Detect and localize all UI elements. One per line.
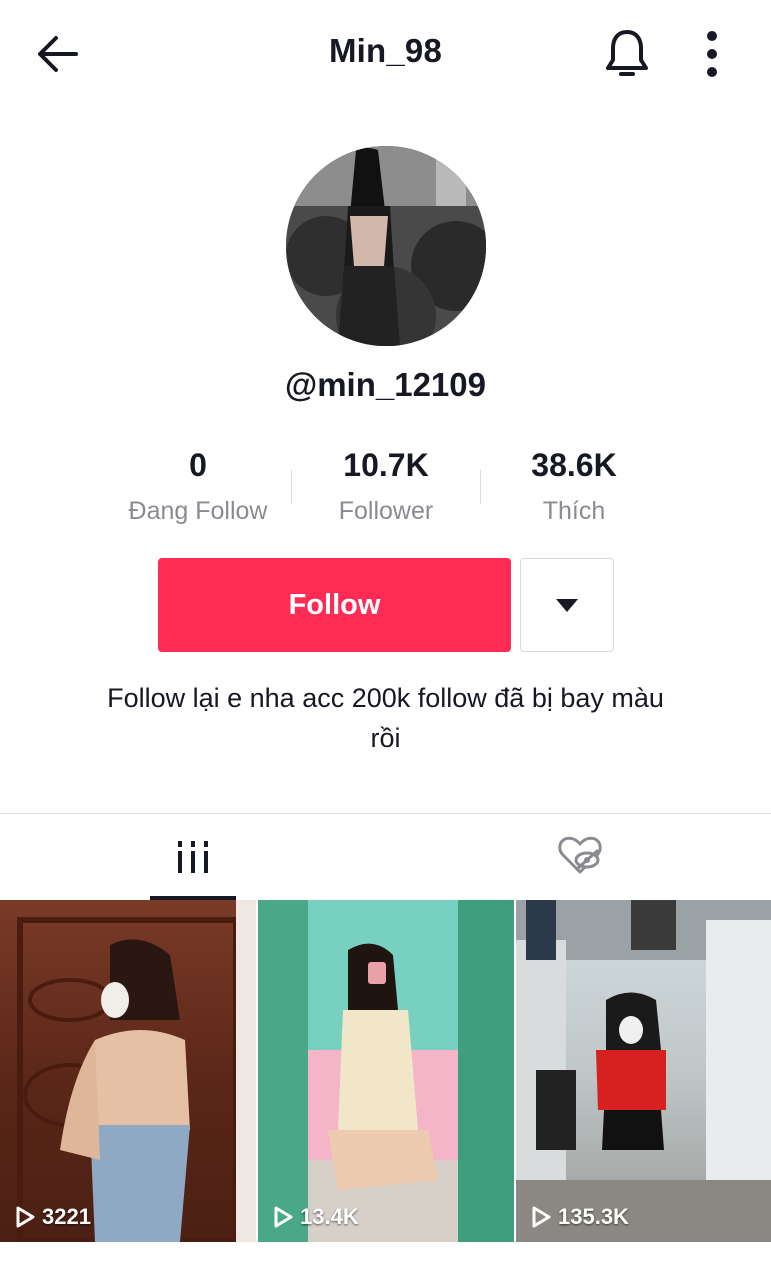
stat-likes[interactable]: 38.6K Thích: [479, 440, 669, 532]
play-icon: [16, 1206, 35, 1228]
stat-followers-label: Follower: [338, 497, 434, 525]
video-thumbnail-image: [17, 900, 256, 1242]
view-count-text: 3221: [42, 1204, 91, 1229]
view-count-text: 135.3K: [558, 1204, 629, 1229]
more-options-button[interactable]: [692, 28, 732, 80]
video-thumbnail[interactable]: 13.4K: [258, 900, 514, 1242]
avatar-image: [286, 146, 486, 346]
view-count-text: 13.4K: [300, 1204, 359, 1229]
top-bar: Min_98: [0, 0, 771, 108]
view-count: 3221: [14, 1204, 91, 1230]
stat-likes-value: 38.6K: [531, 447, 617, 483]
follow-button[interactable]: Follow: [158, 558, 511, 652]
view-count: 13.4K: [272, 1204, 359, 1230]
play-icon: [274, 1206, 293, 1228]
stat-followers-value: 10.7K: [343, 447, 429, 483]
liked-hidden-icon: [558, 836, 602, 874]
view-count: 135.3K: [530, 1204, 629, 1230]
video-thumbnail[interactable]: 135.3K: [516, 900, 771, 1242]
suggested-accounts-button[interactable]: [520, 558, 614, 652]
page-title: Min_98: [328, 32, 443, 69]
stat-following[interactable]: 0 Đang Follow: [103, 440, 293, 532]
bell-icon: [606, 30, 648, 76]
stats-row: 0 Đang Follow 10.7K Follower 38.6K Thích: [0, 440, 771, 540]
stat-following-value: 0: [189, 447, 207, 483]
more-vertical-icon: [707, 31, 717, 77]
stat-likes-label: Thích: [542, 497, 606, 525]
dropdown-triangle-icon: [556, 599, 578, 612]
avatar[interactable]: [286, 146, 486, 346]
tab-videos[interactable]: [0, 814, 385, 900]
videos-grid-icon: [178, 841, 208, 873]
video-thumbnail-image: [516, 900, 771, 1242]
tab-liked[interactable]: [385, 814, 771, 900]
video-thumbnail[interactable]: 3221: [0, 900, 256, 1242]
video-grid: 3221 13.4K 135.3K: [0, 900, 771, 1242]
video-thumbnail-image: [258, 900, 514, 1242]
play-icon: [532, 1206, 551, 1228]
profile-bio: Follow lại e nha acc 200k follow đã bị b…: [107, 683, 664, 753]
stat-followers[interactable]: 10.7K Follower: [291, 440, 481, 532]
stat-following-label: Đang Follow: [128, 497, 268, 525]
profile-handle: @min_12109: [285, 366, 486, 403]
notification-button[interactable]: [602, 26, 652, 82]
